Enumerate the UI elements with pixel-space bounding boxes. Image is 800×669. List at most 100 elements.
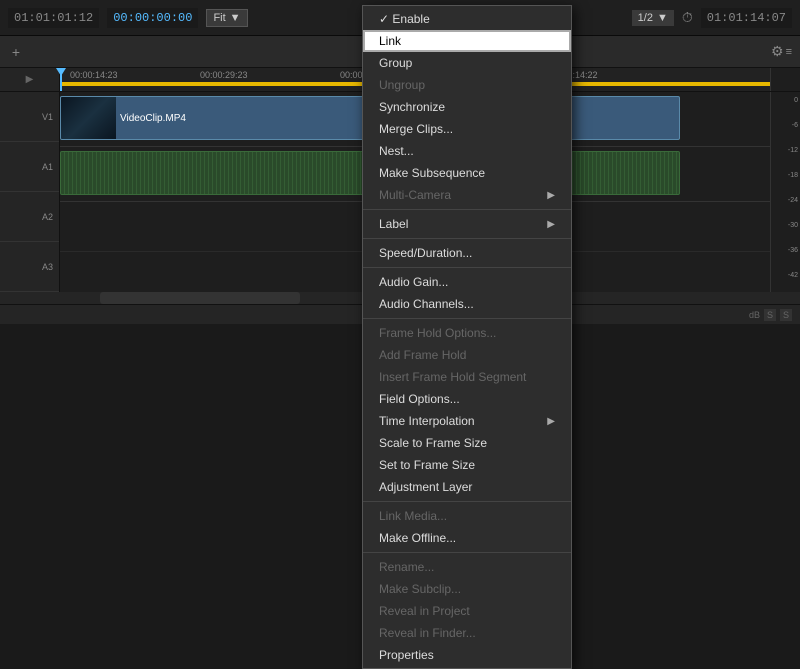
menu-item-make_offline[interactable]: Make Offline... <box>363 527 571 549</box>
chevron-down-icon-2: ▼ <box>657 12 668 24</box>
db-tick-24: -24 <box>788 197 798 204</box>
menu-divider <box>363 552 571 553</box>
s-label-2: S <box>780 309 792 321</box>
menu-item-scale_to_frame[interactable]: Scale to Frame Size <box>363 432 571 454</box>
menu-item-reveal_in_finder: Reveal in Finder... <box>363 622 571 644</box>
context-menu: ✓ Enable Link Group Ungroup Synchronize Merge… <box>362 5 572 669</box>
menu-item-label-merge_clips: Merge Clips... <box>379 122 555 136</box>
menu-item-nest[interactable]: Nest... <box>363 140 571 162</box>
menu-item-make_subclip: Make Subclip... <box>363 578 571 600</box>
ruler-label-left: ▶ <box>26 74 34 85</box>
menu-item-set_to_frame[interactable]: Set to Frame Size <box>363 454 571 476</box>
menu-divider <box>363 267 571 268</box>
menu-item-label-speed_duration: Speed/Duration... <box>379 246 555 260</box>
db-tick-0: 0 <box>794 97 798 104</box>
menu-item-label-add_frame_hold: Add Frame Hold <box>379 348 555 362</box>
menu-item-audio_channels[interactable]: Audio Channels... <box>363 293 571 315</box>
submenu-arrow-time_interpolation: ▶ <box>547 416 555 427</box>
submenu-arrow-multi_camera: ▶ <box>547 190 555 201</box>
menu-item-label-link_media: Link Media... <box>379 509 555 523</box>
menu-item-label[interactable]: Label▶ <box>363 213 571 235</box>
menu-item-label-reveal_in_project: Reveal in Project <box>379 604 555 618</box>
menu-item-label-frame_hold_options: Frame Hold Options... <box>379 326 555 340</box>
add-track-button[interactable]: + <box>8 44 24 60</box>
submenu-arrow-label: ▶ <box>547 219 555 230</box>
track-labels: V1 A1 A2 A3 <box>0 92 60 292</box>
db-tick-18: -18 <box>788 172 798 179</box>
menu-item-label-properties: Properties <box>379 648 555 662</box>
menu-item-rename: Rename... <box>363 556 571 578</box>
menu-item-label-make_offline: Make Offline... <box>379 531 555 545</box>
menu-item-add_frame_hold: Add Frame Hold <box>363 344 571 366</box>
menu-item-ungroup: Ungroup <box>363 74 571 96</box>
db-tick-36: -36 <box>788 247 798 254</box>
menu-item-label-multi_camera: Multi-Camera <box>379 188 547 202</box>
menu-item-label-ungroup: Ungroup <box>379 78 555 92</box>
menu-item-label-reveal_in_finder: Reveal in Finder... <box>379 626 555 640</box>
menu-item-insert_frame_hold: Insert Frame Hold Segment <box>363 366 571 388</box>
menu-item-label-nest: Nest... <box>379 144 555 158</box>
menu-item-label-group: Group <box>379 56 555 70</box>
menu-item-audio_gain[interactable]: Audio Gain... <box>363 271 571 293</box>
menu-item-properties[interactable]: Properties <box>363 644 571 666</box>
menu-item-make_subsequence[interactable]: Make Subsequence <box>363 162 571 184</box>
menu-item-label-field_options: Field Options... <box>379 392 555 406</box>
menu-item-label-synchronize: Synchronize <box>379 100 555 114</box>
menu-item-enable[interactable]: ✓ Enable <box>363 8 571 30</box>
playhead-marker <box>56 68 66 76</box>
menu-item-label-rename: Rename... <box>379 560 555 574</box>
menu-item-label-audio_gain: Audio Gain... <box>379 275 555 289</box>
menu-item-label-make_subclip: Make Subclip... <box>379 582 555 596</box>
db-tick-6: -6 <box>792 122 798 129</box>
track-label-a2: A2 <box>0 192 59 242</box>
ruler-time-1: 00:00:14:23 <box>70 70 118 80</box>
ruler-time-2: 00:00:29:23 <box>200 70 248 80</box>
fraction-badge: 1/2 ▼ <box>632 10 674 26</box>
fit-dropdown[interactable]: Fit ▼ <box>206 9 247 27</box>
menu-item-label-enable: ✓ Enable <box>379 12 555 26</box>
menu-divider <box>363 238 571 239</box>
menu-divider <box>363 501 571 502</box>
menu-item-speed_duration[interactable]: Speed/Duration... <box>363 242 571 264</box>
menu-item-merge_clips[interactable]: Merge Clips... <box>363 118 571 140</box>
menu-item-reveal_in_project: Reveal in Project <box>363 600 571 622</box>
menu-divider <box>363 318 571 319</box>
menu-item-adjustment_layer[interactable]: Adjustment Layer <box>363 476 571 498</box>
timecode-right: 01:01:14:07 <box>701 8 792 28</box>
fraction-label: 1/2 <box>638 12 653 24</box>
menu-item-multi_camera: Multi-Camera▶ <box>363 184 571 206</box>
db-tick-42: -42 <box>788 272 798 279</box>
menu-item-link[interactable]: Link <box>363 30 571 52</box>
menu-item-label-set_to_frame: Set to Frame Size <box>379 458 555 472</box>
fit-label: Fit <box>213 12 225 24</box>
menu-item-link_media: Link Media... <box>363 505 571 527</box>
track-label-a3: A3 <box>0 242 59 292</box>
playhead <box>60 68 62 91</box>
menu-item-group[interactable]: Group <box>363 52 571 74</box>
track-label-v1: V1 <box>0 92 59 142</box>
s-label-1: S <box>764 309 776 321</box>
menu-item-time_interpolation[interactable]: Time Interpolation▶ <box>363 410 571 432</box>
menu-item-label-make_subsequence: Make Subsequence <box>379 166 555 180</box>
menu-divider <box>363 209 571 210</box>
menu-item-label-time_interpolation: Time Interpolation <box>379 414 547 428</box>
menu-item-label-audio_channels: Audio Channels... <box>379 297 555 311</box>
db-tick-12: -12 <box>788 147 798 154</box>
video-clip-thumb <box>61 97 116 139</box>
timecode-center[interactable]: 00:00:00:00 <box>107 8 198 28</box>
menu-item-label-scale_to_frame: Scale to Frame Size <box>379 436 555 450</box>
menu-item-field_options[interactable]: Field Options... <box>363 388 571 410</box>
chevron-down-icon: ▼ <box>230 12 241 24</box>
wrench-icon[interactable]: ⚙ <box>771 43 784 60</box>
db-label-bottom: dB <box>749 310 760 320</box>
menu-item-label-link: Link <box>379 34 555 48</box>
menu-item-synchronize[interactable]: Synchronize <box>363 96 571 118</box>
right-db-ruler: 0 -6 -12 -18 -24 -30 -36 -42 <box>770 92 800 292</box>
db-tick-30: -30 <box>788 222 798 229</box>
settings-icon[interactable]: ≡ <box>786 46 792 58</box>
track-label-a1: A1 <box>0 142 59 192</box>
timecode-left[interactable]: 01:01:01:12 <box>8 8 99 28</box>
menu-item-frame_hold_options: Frame Hold Options... <box>363 322 571 344</box>
scrollbar-thumb[interactable] <box>100 292 300 304</box>
menu-item-label-adjustment_layer: Adjustment Layer <box>379 480 555 494</box>
